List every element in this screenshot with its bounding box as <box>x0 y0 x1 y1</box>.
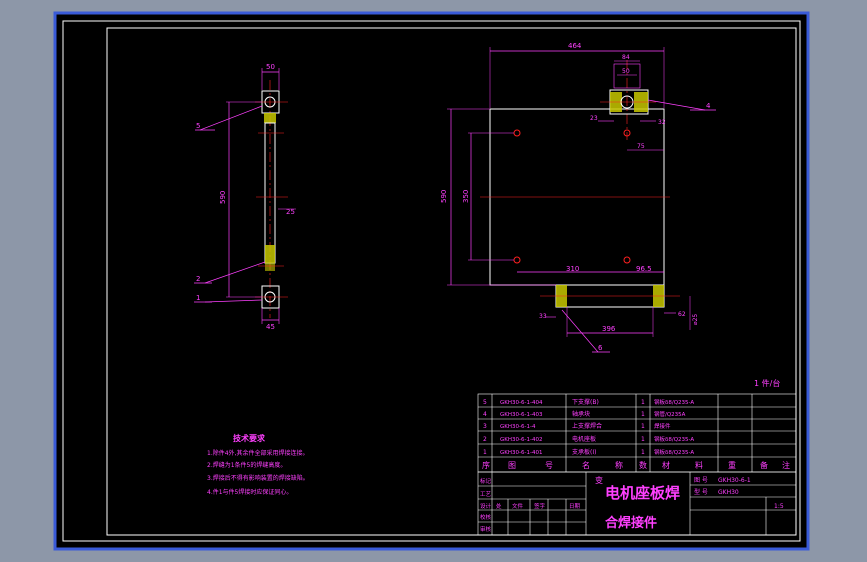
cad-drawing-sheet: 50 590 2 5 45 5 2 1 464 84 50 23 32 75 59… <box>53 11 810 551</box>
bom-header-cell: 号 <box>545 461 553 470</box>
bom-header-cell: 图 <box>508 461 516 470</box>
dim-total-width: 464 <box>568 42 582 50</box>
bom-code: GKH30-6-1-401 <box>500 450 542 456</box>
tech-note-4: 4.件1与件5焊接时应保证同心。 <box>207 488 292 496</box>
dim-top-width: 50 <box>266 63 275 71</box>
model-label: 型 号 <box>694 488 708 496</box>
dim-right-small: 32 <box>658 119 666 126</box>
left-lower-hatch-2 <box>265 263 275 271</box>
bom-material: 钢板δ8/Q235-A <box>654 448 694 456</box>
callout-mid: 2 <box>196 275 200 283</box>
tb-mid-label: 签字 <box>534 502 546 510</box>
drawing-title: 电机座板焊 <box>605 484 680 502</box>
bom-no: 4 <box>483 411 487 418</box>
callout-bottom: 1 <box>196 294 200 302</box>
bom-header-cell: 重 <box>728 460 736 470</box>
revision-mark: 变 <box>595 475 603 485</box>
tech-notes-title: 技术要求 <box>233 433 266 443</box>
dim-bracket-outer: 84 <box>622 54 630 61</box>
callout-bottom-6: 6 <box>598 344 603 352</box>
bom-name: 支承板(I) <box>572 448 596 456</box>
bom-code: GKH30-6-1-402 <box>500 437 542 443</box>
bom-material: 钢管/Q235A <box>654 410 686 418</box>
bom-header-cell: 名 <box>582 460 590 470</box>
tb-left-label: 审核 <box>480 525 492 533</box>
dim-hole-spacing-h: 310 <box>566 265 579 273</box>
bom-material: 焊接件 <box>654 422 671 430</box>
dim-height: 590 <box>219 191 227 204</box>
tb-left-label: 设计 <box>480 502 492 510</box>
bom-header-cell: 称 <box>615 460 623 470</box>
bom-no: 1 <box>483 449 487 456</box>
bom-header-cell: 注 <box>782 460 790 470</box>
bom-material: 钢板δ8/Q235-A <box>654 398 694 406</box>
tb-mid-label: 处 <box>496 502 502 510</box>
tech-note-3: 3.焊接后不得有影响装置的焊接缺陷。 <box>207 474 309 482</box>
tb-left-label: 校核 <box>480 513 492 521</box>
dim-bottom-right: 62 <box>678 311 686 318</box>
bom-no: 2 <box>483 436 487 443</box>
bom-header-cell: 序 <box>482 460 490 470</box>
dim-offset: 75 <box>637 143 645 150</box>
bom-header-cell: 数 <box>639 460 647 470</box>
bom-name: 下支撑(B) <box>572 398 599 406</box>
bom-no: 3 <box>483 423 487 430</box>
bom-qty: 1 <box>641 449 645 456</box>
tb-mid-label: 文件 <box>512 502 524 510</box>
dim-bottom-width: 45 <box>266 323 275 331</box>
dim-diameter: ⌀25 <box>692 314 699 325</box>
bom-code: GKH30-6-1-404 <box>500 400 543 406</box>
model: GKH30 <box>718 489 739 496</box>
scale: 1:5 <box>774 503 784 510</box>
bom-header-cell: 材 <box>662 460 670 470</box>
callout-bracket: 4 <box>706 102 711 110</box>
dim-hole-spacing-v: 350 <box>462 190 470 203</box>
left-lower-hatch <box>265 245 275 263</box>
tech-note-1: 1.除件4外,其余件全部采用焊接连接。 <box>207 449 308 457</box>
tb-left-label: 工艺 <box>480 491 492 498</box>
tb-mid-label: 日期 <box>569 503 581 510</box>
bom-header-cell: 备 <box>760 460 768 470</box>
callout-top: 5 <box>196 122 200 130</box>
bom-code: GKH30-6-1-4 <box>500 424 536 430</box>
bom-qty: 1 <box>641 411 645 418</box>
bom-material: 钢板δ8/Q235-A <box>654 435 694 443</box>
tb-left-label: 标记 <box>480 477 492 485</box>
dim-height-total: 590 <box>440 190 448 203</box>
bom-code: GKH30-6-1-403 <box>500 412 543 418</box>
bom-no: 5 <box>483 399 487 406</box>
bom-name: 轴承块 <box>572 410 590 418</box>
tech-note-2: 2.焊缝为1条件5的焊缝高度。 <box>207 461 286 469</box>
dim-bottom-left: 33 <box>539 313 547 320</box>
dim-bottom-span: 396 <box>602 325 616 333</box>
drawing-no-label: 图 号 <box>694 477 708 484</box>
left-top-hatch <box>264 113 276 123</box>
bom-name: 电机座板 <box>572 435 596 443</box>
dim-bracket-inner: 50 <box>622 68 630 75</box>
drawing-subtitle: 合焊接件 <box>605 515 657 531</box>
dim-hole-right: 96.5 <box>636 265 652 273</box>
bom-qty: 1 <box>641 399 645 406</box>
bom-qty: 1 <box>641 436 645 443</box>
dim-left-small: 23 <box>590 115 598 122</box>
bom-name: 上支撑焊合 <box>572 422 602 430</box>
drawing-no: GKH30-6-1 <box>718 477 751 484</box>
quantity-note: 1 件/台 <box>754 378 780 388</box>
bom-header-cell: 料 <box>695 460 703 470</box>
bom-qty: 1 <box>641 423 645 430</box>
